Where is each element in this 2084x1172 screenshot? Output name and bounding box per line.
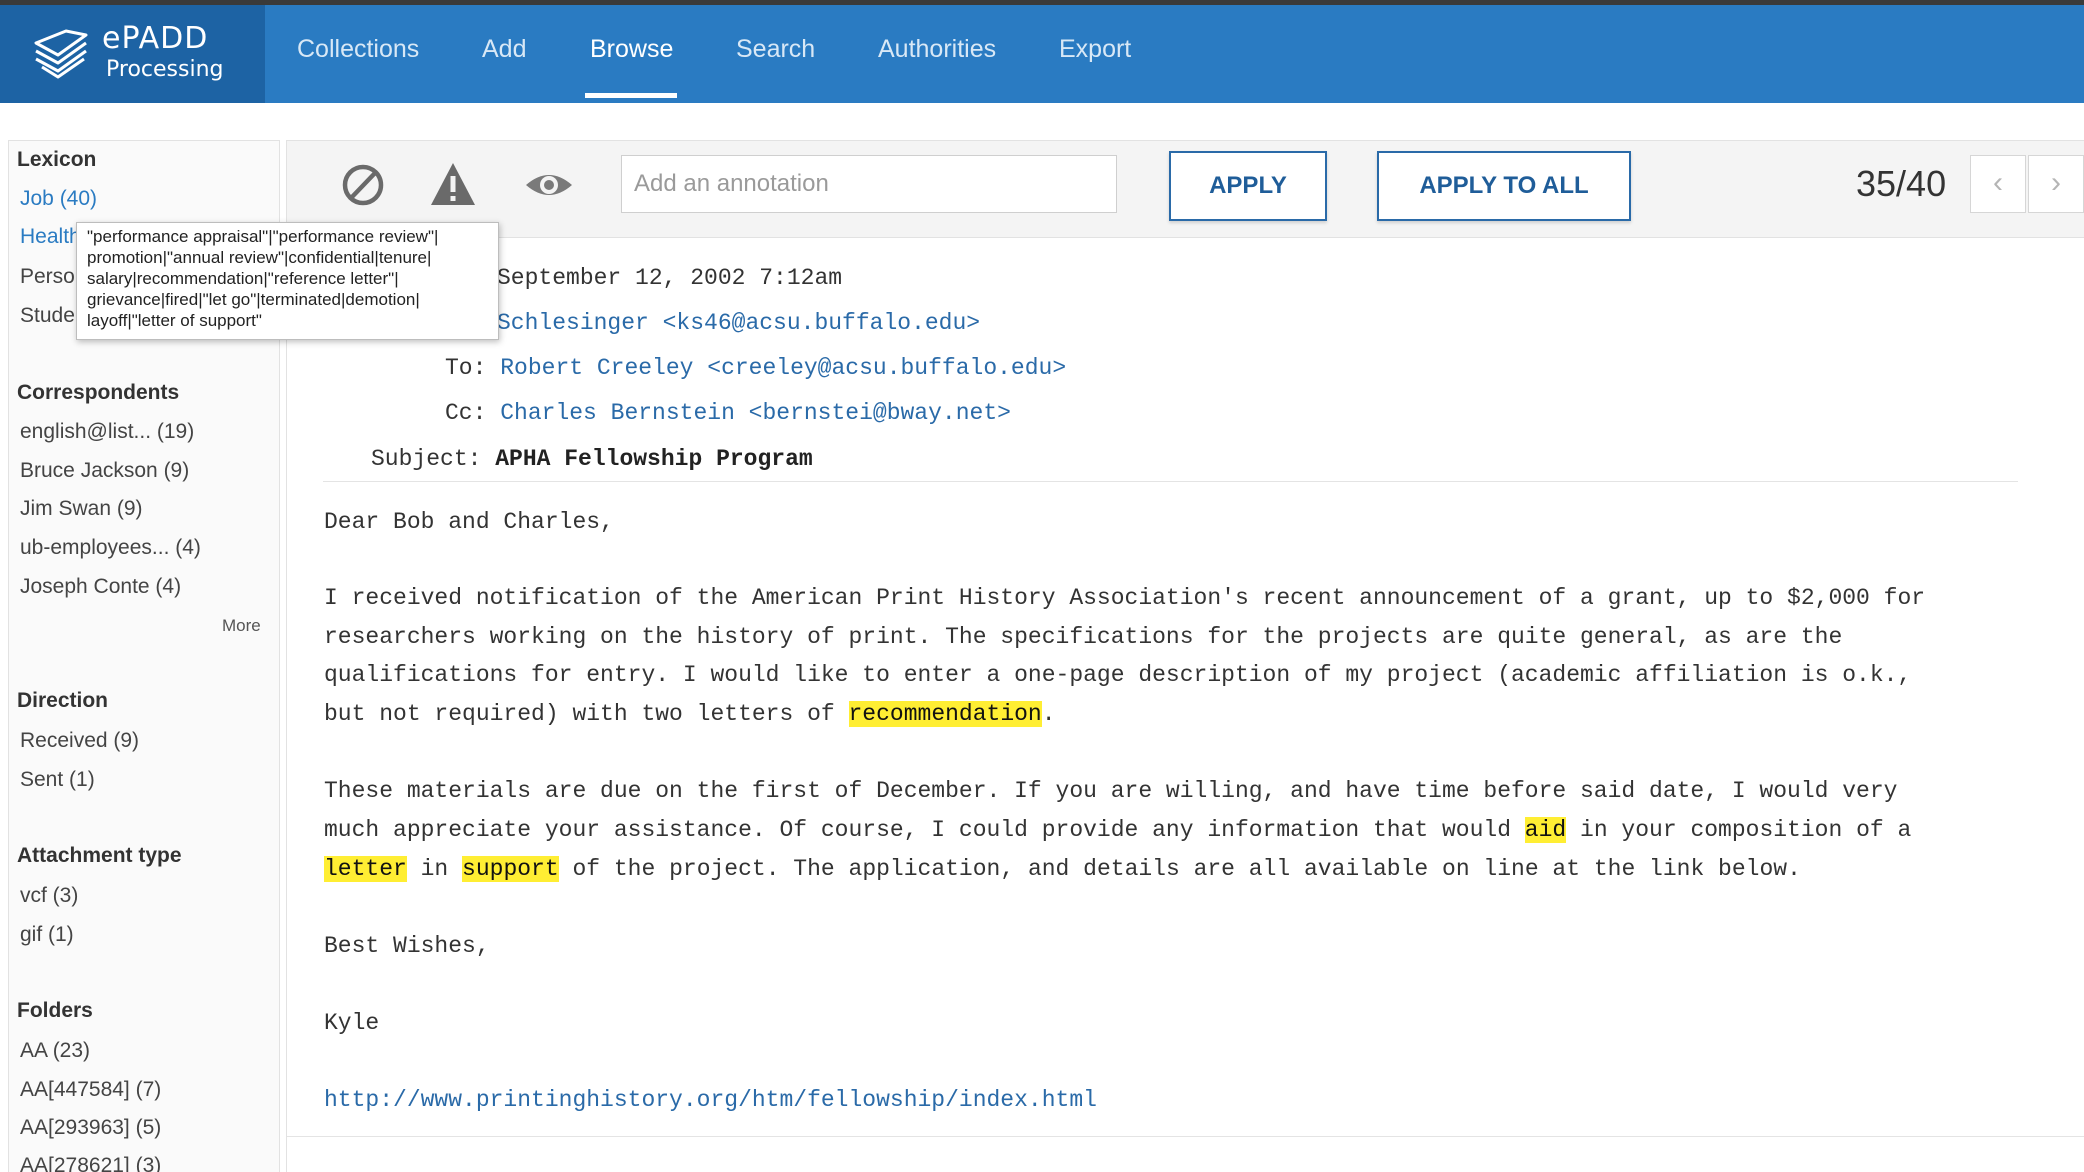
body-text: of the project. The application, and det… — [558, 856, 1801, 882]
lexicon-tooltip: "performance appraisal"|"performance rev… — [76, 222, 499, 340]
lexicon-item-job[interactable]: Job (40) — [20, 187, 97, 211]
nav-add[interactable]: Add — [482, 5, 526, 103]
top-navbar: ePADD Processing Collections Add Browse … — [0, 5, 2084, 103]
email-cc[interactable]: Charles Bernstein <bernstei@bway.net> — [500, 400, 1011, 426]
lexicon-title: Lexicon — [17, 148, 97, 171]
email-greeting: Dear Bob and Charles, — [324, 509, 614, 535]
body-text: in — [406, 856, 463, 882]
eye-icon[interactable] — [523, 159, 575, 211]
email-subject: APHA Fellowship Program — [495, 446, 813, 472]
folder-item[interactable]: AA[293963] (5) — [20, 1116, 161, 1140]
message-toolbar: APPLY APPLY TO ALL 35/40 ‹ › — [287, 141, 2084, 238]
nav-browse[interactable]: Browse — [590, 5, 673, 103]
attachment-type-item[interactable]: vcf (3) — [20, 884, 78, 908]
correspondents-more-link[interactable]: More — [222, 616, 261, 636]
email-date-row: September 12, 2002 7:12am — [497, 265, 842, 291]
email-from[interactable]: Schlesinger <ks46@acsu.buffalo.edu> — [497, 310, 980, 336]
brand-subtitle: Processing — [106, 57, 224, 82]
correspondent-item[interactable]: ub-employees... (4) — [20, 536, 201, 560]
email-body-line: letter in support of the project. The ap… — [324, 850, 1801, 888]
message-panel: APPLY APPLY TO ALL 35/40 ‹ › September 1… — [286, 140, 2084, 1172]
email-date: September 12, 2002 7:12am — [497, 265, 843, 291]
tooltip-line: grievance|fired|"let go"|terminated|demo… — [87, 290, 420, 309]
email-body-line: researchers working on the history of pr… — [324, 624, 1843, 650]
email-link[interactable]: http://www.printinghistory.org/htm/fello… — [324, 1081, 1097, 1119]
email-from-row: Schlesinger <ks46@acsu.buffalo.edu> — [497, 310, 980, 336]
body-text: . — [1041, 701, 1056, 727]
nav-search[interactable]: Search — [736, 5, 815, 103]
email-body-line: I received notification of the American … — [324, 585, 1926, 611]
prev-message-button[interactable]: ‹ — [1970, 155, 2026, 213]
email-signature: Kyle — [324, 1010, 380, 1036]
nav-active-indicator — [585, 93, 677, 98]
email-body-line: much appreciate your assistance. Of cour… — [324, 811, 1911, 849]
correspondents-title: Correspondents — [17, 381, 180, 404]
email-signoff: Best Wishes, — [324, 933, 490, 959]
correspondent-item[interactable]: Joseph Conte (4) — [20, 575, 181, 599]
email-body-line: These materials are due on the first of … — [324, 778, 1898, 804]
email-subject-row: Subject: APHA Fellowship Program — [371, 446, 813, 472]
lexicon-item-personal[interactable]: Perso — [20, 265, 75, 289]
correspondent-item[interactable]: Bruce Jackson (9) — [20, 459, 189, 483]
lexicon-highlight: letter — [324, 856, 407, 882]
lexicon-item-student[interactable]: Stude — [20, 304, 75, 328]
tooltip-line: salary|recommendation|"reference letter"… — [87, 269, 399, 288]
nav-collections[interactable]: Collections — [297, 5, 419, 103]
next-message-button[interactable]: › — [2028, 155, 2084, 213]
lexicon-item-health[interactable]: Health — [20, 225, 81, 249]
apply-button[interactable]: APPLY — [1169, 151, 1327, 221]
lexicon-highlight: support — [462, 856, 559, 882]
lexicon-highlight: recommendation — [848, 701, 1042, 727]
email-body-line: qualifications for entry. I would like t… — [324, 662, 1912, 688]
folder-item[interactable]: AA[278621] (3) — [20, 1154, 161, 1172]
annotation-input[interactable] — [621, 155, 1117, 213]
folders-title: Folders — [17, 999, 93, 1022]
folder-item[interactable]: AA[447584] (7) — [20, 1078, 161, 1102]
brand[interactable]: ePADD Processing — [0, 5, 265, 103]
apply-to-all-button[interactable]: APPLY TO ALL — [1377, 151, 1631, 221]
tooltip-line: promotion|"annual review"|confidential|t… — [87, 248, 432, 267]
lexicon-highlight: aid — [1524, 817, 1567, 843]
warning-icon[interactable] — [427, 159, 479, 211]
message-counter: 35/40 — [1856, 163, 1947, 204]
email-to-row: To: Robert Creeley <creeley@acsu.buffalo… — [445, 355, 1066, 381]
email-cc-row: Cc: Charles Bernstein <bernstei@bway.net… — [445, 400, 1011, 426]
epadd-logo-icon — [34, 29, 88, 79]
email-subject-label: Subject: — [371, 446, 482, 472]
body-text: in your composition of a — [1566, 817, 1912, 843]
attachment-type-item[interactable]: gif (1) — [20, 923, 74, 947]
email-to-label: To: — [445, 355, 487, 381]
nav-export[interactable]: Export — [1059, 5, 1131, 103]
email-to[interactable]: Robert Creeley <creeley@acsu.buffalo.edu… — [500, 355, 1066, 381]
header-divider — [323, 481, 2018, 482]
nav-authorities[interactable]: Authorities — [878, 5, 996, 103]
restrict-icon[interactable] — [337, 159, 389, 211]
direction-item-received[interactable]: Received (9) — [20, 729, 139, 753]
correspondent-item[interactable]: english@list... (19) — [20, 420, 194, 444]
direction-title: Direction — [17, 689, 109, 712]
message-bottom-divider — [287, 1136, 2084, 1137]
body-text: but not required) with two letters of — [324, 701, 849, 727]
tooltip-line: "performance appraisal"|"performance rev… — [87, 227, 439, 246]
tooltip-line: layoff|"letter of support" — [87, 311, 262, 330]
folder-item[interactable]: AA (23) — [20, 1039, 90, 1063]
email-body-line: but not required) with two letters of re… — [324, 695, 1056, 733]
brand-title: ePADD — [102, 21, 209, 56]
attachment-type-title: Attachment type — [17, 844, 182, 867]
email-cc-label: Cc: — [445, 400, 487, 426]
body-text: much appreciate your assistance. Of cour… — [324, 817, 1525, 843]
correspondent-item[interactable]: Jim Swan (9) — [20, 497, 143, 521]
direction-item-sent[interactable]: Sent (1) — [20, 768, 95, 792]
